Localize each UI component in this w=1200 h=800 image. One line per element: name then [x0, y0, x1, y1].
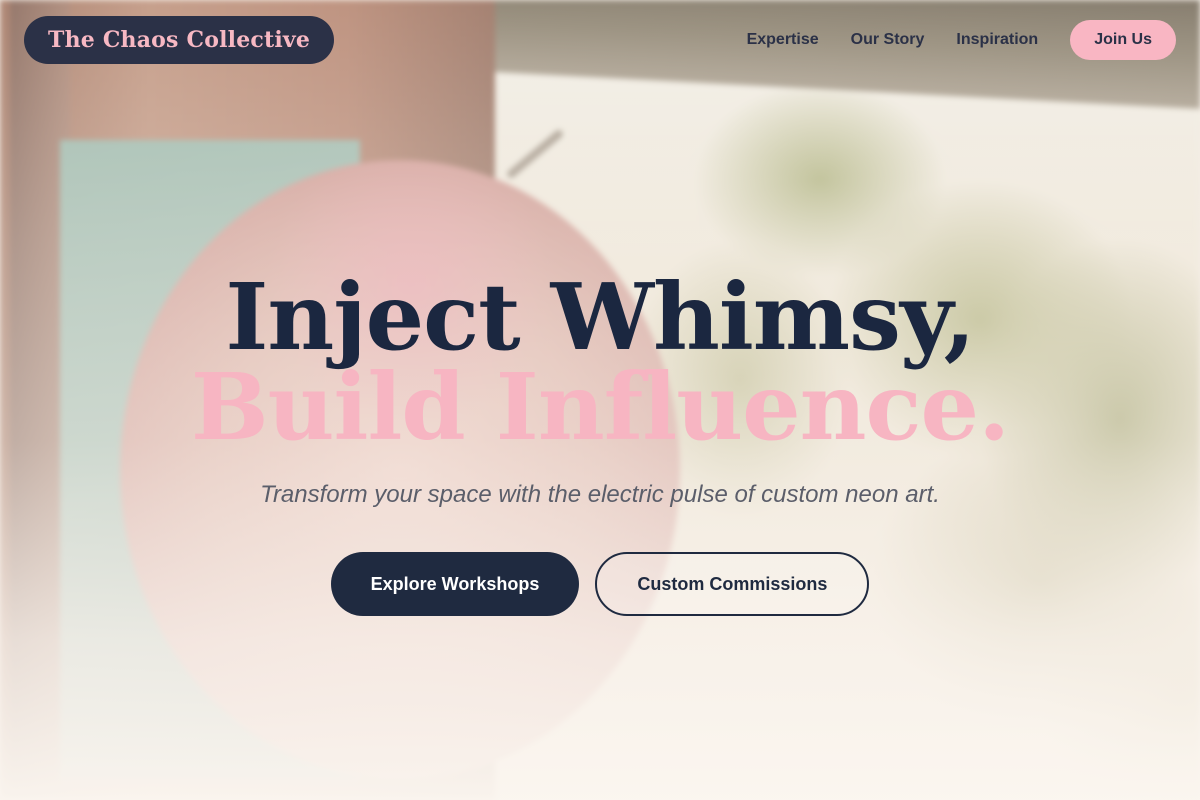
- custom-commissions-button[interactable]: Custom Commissions: [595, 552, 870, 616]
- hero-tagline: Transform your space with the electric p…: [260, 481, 940, 508]
- hero-headline-line2: Build Influence.: [190, 353, 1010, 461]
- hero-content: Inject Whimsy, Build Influence. Transfor…: [0, 0, 1200, 800]
- hero-section: The Chaos Collective Expertise Our Story…: [0, 0, 1200, 800]
- explore-workshops-button[interactable]: Explore Workshops: [330, 552, 580, 616]
- hero-buttons: Explore Workshops Custom Commissions: [0, 552, 1200, 616]
